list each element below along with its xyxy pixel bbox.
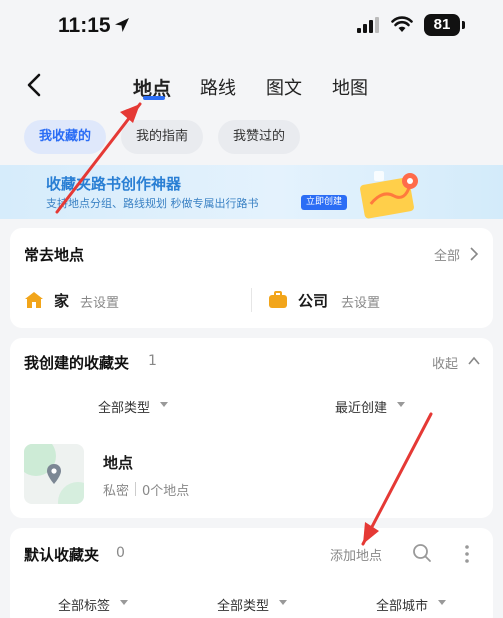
battery-icon: 81	[424, 14, 460, 36]
default-folder-title: 默认收藏夹	[24, 546, 100, 564]
cellular-signal-icon	[357, 17, 379, 33]
tab-routes[interactable]: 路线	[200, 74, 236, 100]
caret-down-icon[interactable]	[279, 600, 287, 606]
company-label[interactable]: 公司	[298, 290, 328, 311]
caret-down-icon[interactable]	[438, 600, 446, 606]
map-pin-icon	[47, 464, 61, 484]
created-folders-card: 我创建的收藏夹 1 收起 全部类型 最近创建 地点 私密 0个地点	[10, 338, 493, 518]
frequent-places-card: 常去地点 全部 家 去设置 公司 去设置	[10, 228, 493, 328]
default-folder-count: 0	[116, 545, 125, 561]
active-tab-indicator	[143, 96, 165, 100]
battery-nub	[462, 21, 465, 29]
banner-subtitle: 支持地点分组、路线规划 秒做专属出行路书	[46, 197, 259, 210]
chip-my-likes[interactable]: 我赞过的	[218, 120, 301, 154]
tab-posts[interactable]: 图文	[266, 74, 302, 100]
search-icon[interactable]	[412, 543, 432, 563]
tag-filter-dropdown[interactable]: 全部标签	[58, 595, 110, 614]
created-folders-title: 我创建的收藏夹	[24, 354, 130, 372]
map-illustration-icon	[360, 171, 418, 219]
briefcase-icon	[269, 291, 287, 308]
type-filter-dropdown[interactable]: 全部类型	[217, 595, 269, 614]
location-arrow-icon	[115, 18, 129, 32]
folder-title[interactable]: 地点	[103, 452, 133, 473]
status-time: 11:15	[58, 14, 111, 37]
company-set-action[interactable]: 去设置	[341, 292, 380, 311]
promo-banner[interactable]: 收藏夹路书创作神器 支持地点分组、路线规划 秒做专属出行路书 立即创建	[0, 165, 503, 219]
add-place-button[interactable]: 添加地点	[330, 545, 382, 564]
frequent-places-title: 常去地点	[24, 246, 85, 264]
frequent-all-link[interactable]: 全部	[434, 245, 460, 264]
back-arrow-icon[interactable]	[22, 72, 48, 98]
home-set-action[interactable]: 去设置	[80, 292, 119, 311]
collapse-button[interactable]: 收起	[432, 353, 458, 372]
chevron-right-icon[interactable]	[469, 247, 479, 261]
more-options-icon[interactable]	[465, 545, 469, 563]
chevron-up-icon[interactable]	[468, 356, 480, 366]
created-folders-count: 1	[148, 353, 157, 369]
sort-filter-dropdown[interactable]: 最近创建	[335, 397, 387, 416]
city-filter-dropdown[interactable]: 全部城市	[376, 595, 428, 614]
tab-maps[interactable]: 地图	[332, 74, 368, 100]
status-bar: 11:15 81	[0, 0, 503, 52]
home-label[interactable]: 家	[54, 290, 69, 311]
caret-down-icon[interactable]	[120, 600, 128, 606]
wifi-icon	[391, 16, 413, 32]
chip-my-guides[interactable]: 我的指南	[121, 120, 204, 154]
thumbnail-map-patch	[58, 482, 84, 504]
caret-down-icon[interactable]	[160, 402, 168, 408]
filter-chips: 我收藏的 我的指南 我赞过的	[0, 120, 503, 156]
folder-place-count: 0个地点	[142, 484, 190, 499]
banner-cta-button[interactable]: 立即创建	[301, 195, 348, 210]
caret-down-icon[interactable]	[397, 402, 405, 408]
divider	[251, 288, 252, 312]
folder-privacy: 私密	[103, 484, 130, 499]
banner-title: 收藏夹路书创作神器	[46, 175, 182, 193]
folder-thumbnail[interactable]	[24, 444, 84, 504]
chip-my-favorites[interactable]: 我收藏的	[24, 120, 107, 154]
home-icon	[25, 292, 43, 308]
top-navigation: 地点 路线 图文 地图	[0, 60, 503, 110]
default-folder-card: 默认收藏夹 0 添加地点 全部标签 全部类型 全部城市	[10, 528, 493, 618]
type-filter-dropdown[interactable]: 全部类型	[98, 397, 150, 416]
divider	[135, 482, 136, 496]
